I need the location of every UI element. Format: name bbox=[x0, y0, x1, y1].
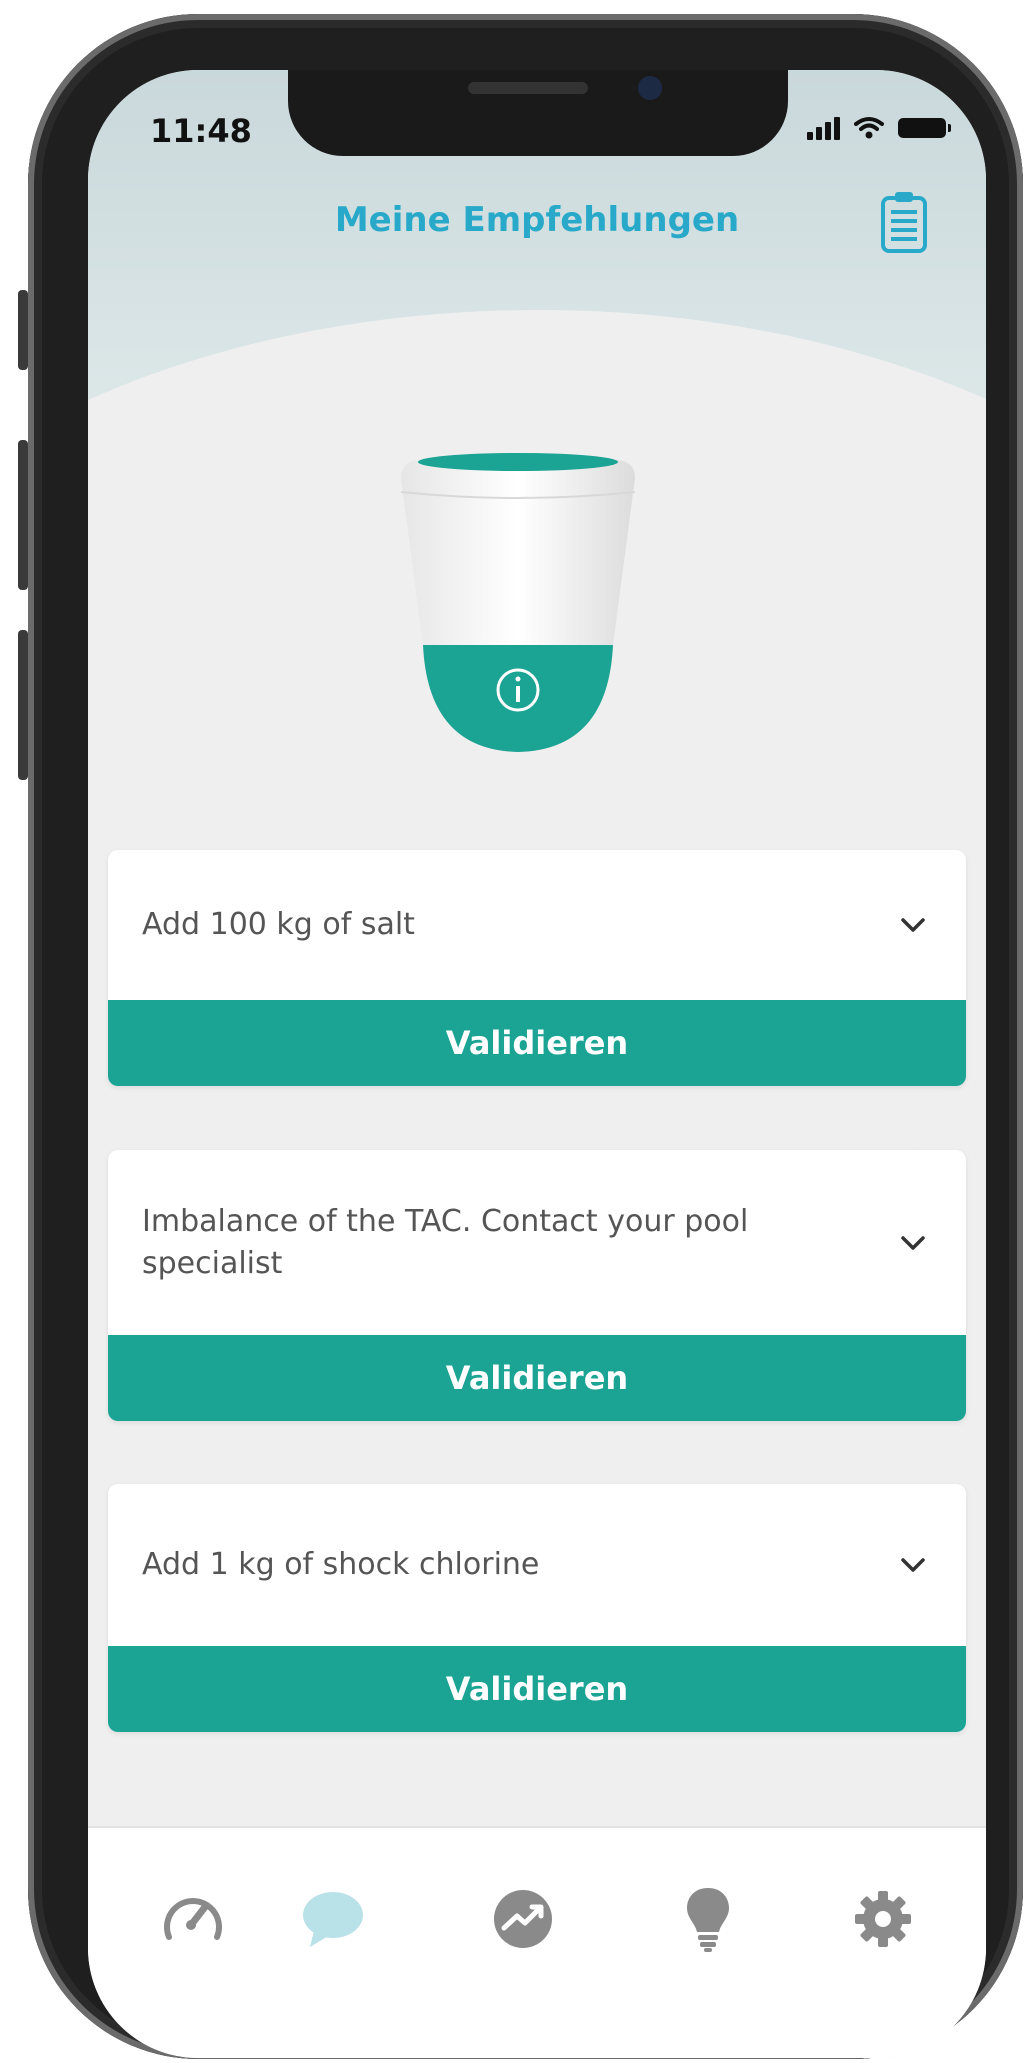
page-title: Meine Empfehlungen bbox=[334, 200, 740, 240]
nav-recommendations[interactable] bbox=[298, 1884, 368, 1954]
signal-icon bbox=[807, 116, 840, 140]
recommendation-card: Add 1 kg of shock chlorine Validieren bbox=[108, 1484, 966, 1732]
gear-icon bbox=[855, 1891, 911, 1947]
status-time: 11:48 bbox=[150, 112, 252, 150]
screen: 11:48 Meine Empfehlungen Add 100 kg of s… bbox=[88, 70, 986, 2058]
lightbulb-icon bbox=[687, 1888, 729, 1952]
trend-icon bbox=[494, 1890, 552, 1948]
bottom-nav bbox=[88, 1826, 986, 2058]
nav-history[interactable] bbox=[488, 1884, 558, 1954]
recommendation-header[interactable]: Add 100 kg of salt bbox=[108, 850, 966, 1000]
gauge-icon bbox=[164, 1898, 222, 1940]
validate-button[interactable]: Validieren bbox=[108, 1000, 966, 1086]
pool-analyzer-device-icon[interactable] bbox=[398, 450, 638, 770]
speaker bbox=[468, 82, 588, 94]
validate-button[interactable]: Validieren bbox=[108, 1335, 966, 1421]
recommendation-card: Imbalance of the TAC. Contact your pool … bbox=[108, 1150, 966, 1421]
wifi-icon bbox=[854, 117, 884, 139]
chat-bubble-icon bbox=[303, 1892, 363, 1947]
status-icons bbox=[807, 116, 951, 140]
side-button-mute bbox=[18, 290, 28, 370]
camera bbox=[638, 76, 662, 100]
recommendation-header[interactable]: Imbalance of the TAC. Contact your pool … bbox=[108, 1150, 966, 1335]
recommendation-text: Imbalance of the TAC. Contact your pool … bbox=[142, 1203, 749, 1281]
chevron-down-icon[interactable] bbox=[900, 912, 926, 938]
recommendation-header[interactable]: Add 1 kg of shock chlorine bbox=[108, 1484, 966, 1646]
nav-tips[interactable] bbox=[673, 1884, 743, 1954]
validate-button[interactable]: Validieren bbox=[108, 1646, 966, 1732]
chevron-down-icon[interactable] bbox=[900, 1230, 926, 1256]
notch bbox=[288, 70, 788, 156]
recommendation-text: Add 100 kg of salt bbox=[142, 907, 415, 942]
clipboard-icon[interactable] bbox=[880, 190, 928, 254]
chevron-down-icon[interactable] bbox=[900, 1552, 926, 1578]
recommendation-card: Add 100 kg of salt Validieren bbox=[108, 850, 966, 1086]
side-button-volume-down bbox=[18, 630, 28, 780]
nav-settings[interactable] bbox=[848, 1884, 918, 1954]
side-button-volume-up bbox=[18, 440, 28, 590]
recommendation-text: Add 1 kg of shock chlorine bbox=[142, 1547, 540, 1582]
nav-dashboard[interactable] bbox=[158, 1884, 228, 1954]
battery-icon bbox=[898, 118, 951, 138]
